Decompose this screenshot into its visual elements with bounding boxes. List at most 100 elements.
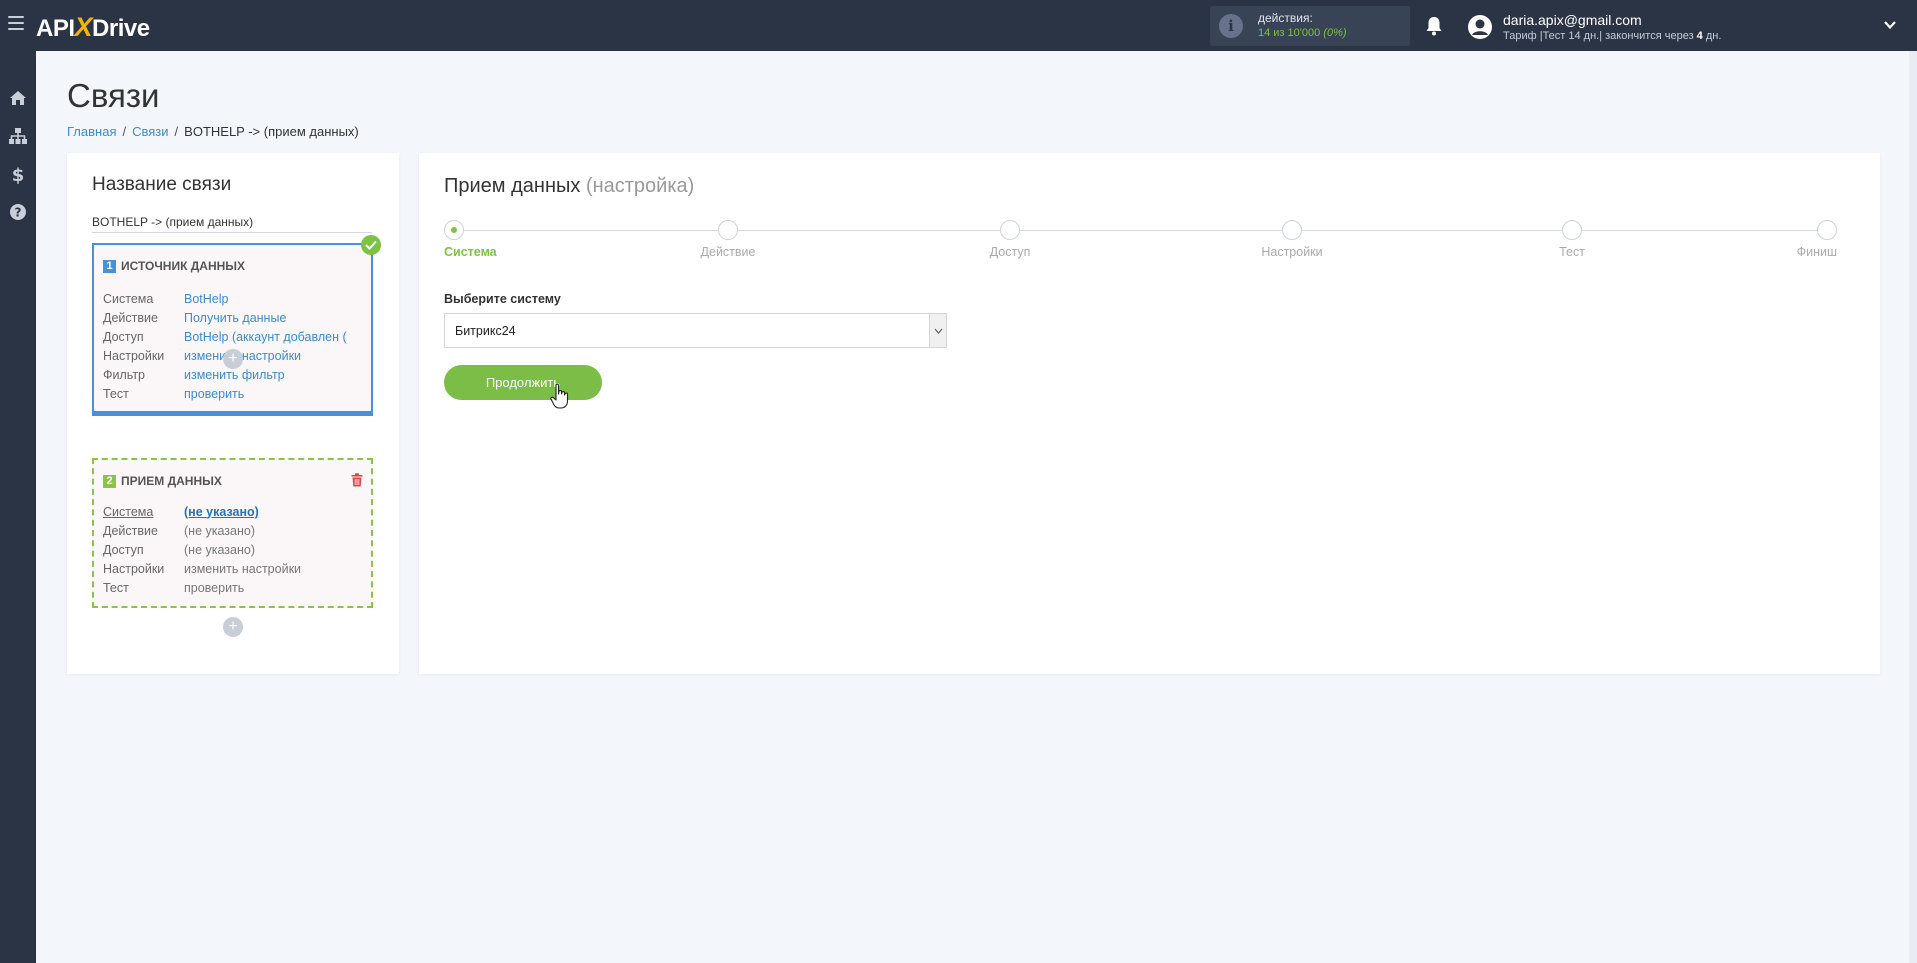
receiver-row-access: Доступ (не указано)	[103, 540, 301, 559]
tariff-info: Тариф |Тест 14 дн.| закончится через 4 д…	[1503, 30, 1721, 42]
source-block-title: 1 ИСТОЧНИК ДАННЫХ	[103, 259, 245, 273]
breadcrumb-home[interactable]: Главная	[67, 124, 116, 139]
receiver-row-action: Действие (не указано)	[103, 521, 301, 540]
actions-count: 14 из 10'000 (0%)	[1258, 27, 1347, 39]
dollar-icon[interactable]: $	[6, 163, 30, 187]
bell-icon[interactable]	[1425, 16, 1443, 36]
row-value: изменить настройки	[184, 561, 302, 576]
tariff-suffix: дн.	[1702, 30, 1722, 42]
step-dot-finish[interactable]	[1817, 220, 1837, 240]
step-dot-test[interactable]	[1562, 220, 1582, 240]
connection-title: Название связи	[92, 174, 232, 195]
logo-text-x: X	[74, 12, 93, 42]
system-select-label: Выберите систему	[444, 292, 561, 306]
setup-title: Прием данных (настройка)	[444, 175, 694, 198]
chevron-down-icon[interactable]	[1883, 18, 1897, 32]
row-value: (не указано)	[184, 523, 255, 538]
step-label-test[interactable]: Тест	[1559, 245, 1585, 259]
setup-title-main: Прием данных	[444, 175, 581, 197]
receiver-block-title: 2 ПРИЕМ ДАННЫХ	[103, 474, 222, 488]
step-label-system[interactable]: Система	[444, 245, 497, 259]
setup-panel: Прием данных (настройка) Система Действи…	[419, 153, 1880, 674]
receiver-title: ПРИЕМ ДАННЫХ	[121, 474, 222, 488]
step-label-action[interactable]: Действие	[701, 245, 756, 259]
connection-name-input[interactable]	[92, 211, 372, 233]
actions-count-value: 14 из 10'000	[1258, 27, 1321, 39]
row-key: Доступ	[103, 329, 144, 344]
source-block[interactable]: 1 ИСТОЧНИК ДАННЫХ Система BotHelp Действи…	[92, 243, 373, 416]
system-select-value: Битрикс24	[455, 324, 516, 338]
source-title: ИСТОЧНИК ДАННЫХ	[121, 259, 246, 273]
row-value-link[interactable]: BotHelp (аккаунт добавлен (	[184, 330, 347, 344]
stepper-line	[454, 230, 1827, 231]
home-icon[interactable]	[6, 86, 30, 110]
actions-counter[interactable]: i действия: 14 из 10'000 (0%)	[1210, 6, 1410, 46]
scrollbar-track[interactable]	[1909, 51, 1917, 963]
user-avatar-icon[interactable]	[1467, 14, 1493, 40]
continue-button[interactable]: Продолжить	[444, 365, 602, 400]
row-value-link[interactable]: (не указано)	[184, 505, 259, 519]
step-dot-action[interactable]	[718, 220, 738, 240]
info-icon: i	[1219, 14, 1243, 38]
step-label-access[interactable]: Доступ	[990, 245, 1031, 259]
row-value-link[interactable]: Получить данные	[184, 311, 286, 325]
source-step-number: 1	[103, 259, 116, 273]
receiver-row-test: Тест проверить	[103, 578, 301, 597]
step-dot-access[interactable]	[1000, 220, 1020, 240]
row-value: (не указано)	[184, 542, 255, 557]
sidebar: $ ?	[0, 51, 36, 963]
add-block-button[interactable]: +	[223, 349, 243, 369]
logo-text-left: API	[36, 15, 75, 42]
source-row-system: Система BotHelp	[103, 289, 347, 308]
check-icon	[361, 235, 381, 255]
hand-cursor-icon	[550, 383, 569, 409]
row-value-link[interactable]: BotHelp	[184, 292, 228, 306]
row-key: Настройки	[103, 561, 165, 576]
step-dot-settings[interactable]	[1282, 220, 1302, 240]
trash-icon[interactable]	[351, 473, 363, 487]
receiver-row-system: Система (не указано)	[103, 502, 301, 521]
step-label-settings[interactable]: Настройки	[1261, 245, 1322, 259]
top-bar: APIXDrive i действия: 14 из 10'000 (0%) …	[0, 0, 1917, 51]
row-key: Действие	[103, 523, 158, 538]
receiver-block[interactable]: 2 ПРИЕМ ДАННЫХ Система (не указано) Дейст…	[92, 458, 373, 608]
chevron-down-icon[interactable]	[929, 314, 946, 347]
breadcrumb: Главная / Связи / BOTHELP -> (прием данных)	[67, 124, 359, 139]
step-label-finish[interactable]: Финиш	[1797, 245, 1837, 259]
logo[interactable]: APIXDrive	[36, 12, 150, 43]
row-key: Система	[103, 504, 154, 519]
setup-title-sub: (настройка)	[585, 175, 695, 197]
breadcrumb-current: BOTHELP -> (прием данных)	[184, 124, 359, 139]
row-key: Действие	[103, 310, 158, 325]
add-block-button[interactable]: +	[223, 617, 243, 637]
row-key: Настройки	[103, 348, 165, 363]
menu-icon[interactable]	[8, 16, 24, 30]
row-value-link[interactable]: изменить фильтр	[184, 368, 285, 382]
system-select[interactable]: Битрикс24	[444, 313, 947, 348]
source-rows: Система BotHelp Действие Получить данные Д…	[103, 289, 347, 403]
logo-text-right: Drive	[92, 15, 150, 42]
help-icon[interactable]: ?	[6, 200, 30, 224]
breadcrumb-connections[interactable]: Связи	[132, 124, 168, 139]
page-title: Связи	[67, 77, 160, 114]
source-row-filter: Фильтр изменить фильтр	[103, 365, 347, 384]
receiver-rows: Система (не указано) Действие (не указано)…	[103, 502, 301, 597]
step-dot-system[interactable]	[444, 220, 464, 240]
user-email[interactable]: daria.apix@gmail.com	[1503, 12, 1642, 28]
tariff-text: Тариф |Тест 14 дн.| закончится через	[1503, 30, 1697, 42]
receiver-step-number: 2	[103, 474, 116, 488]
row-key: Фильтр	[103, 367, 145, 382]
row-value-link[interactable]: проверить	[184, 387, 244, 401]
connection-panel: Название связи 1 ИСТОЧНИК ДАННЫХ Система…	[67, 153, 399, 674]
row-key: Система	[103, 291, 154, 306]
row-value: проверить	[184, 580, 245, 595]
row-key: Доступ	[103, 542, 144, 557]
sitemap-icon[interactable]	[6, 124, 30, 148]
svg-text:?: ?	[15, 206, 22, 220]
row-key: Тест	[103, 386, 129, 401]
receiver-row-settings: Настройки изменить настройки	[103, 559, 301, 578]
actions-percent: (0%)	[1323, 27, 1347, 39]
progress-stepper: Система Действие Доступ Настройки Тест Ф…	[444, 220, 1837, 260]
row-key: Тест	[103, 580, 129, 595]
actions-label: действия:	[1258, 11, 1313, 25]
